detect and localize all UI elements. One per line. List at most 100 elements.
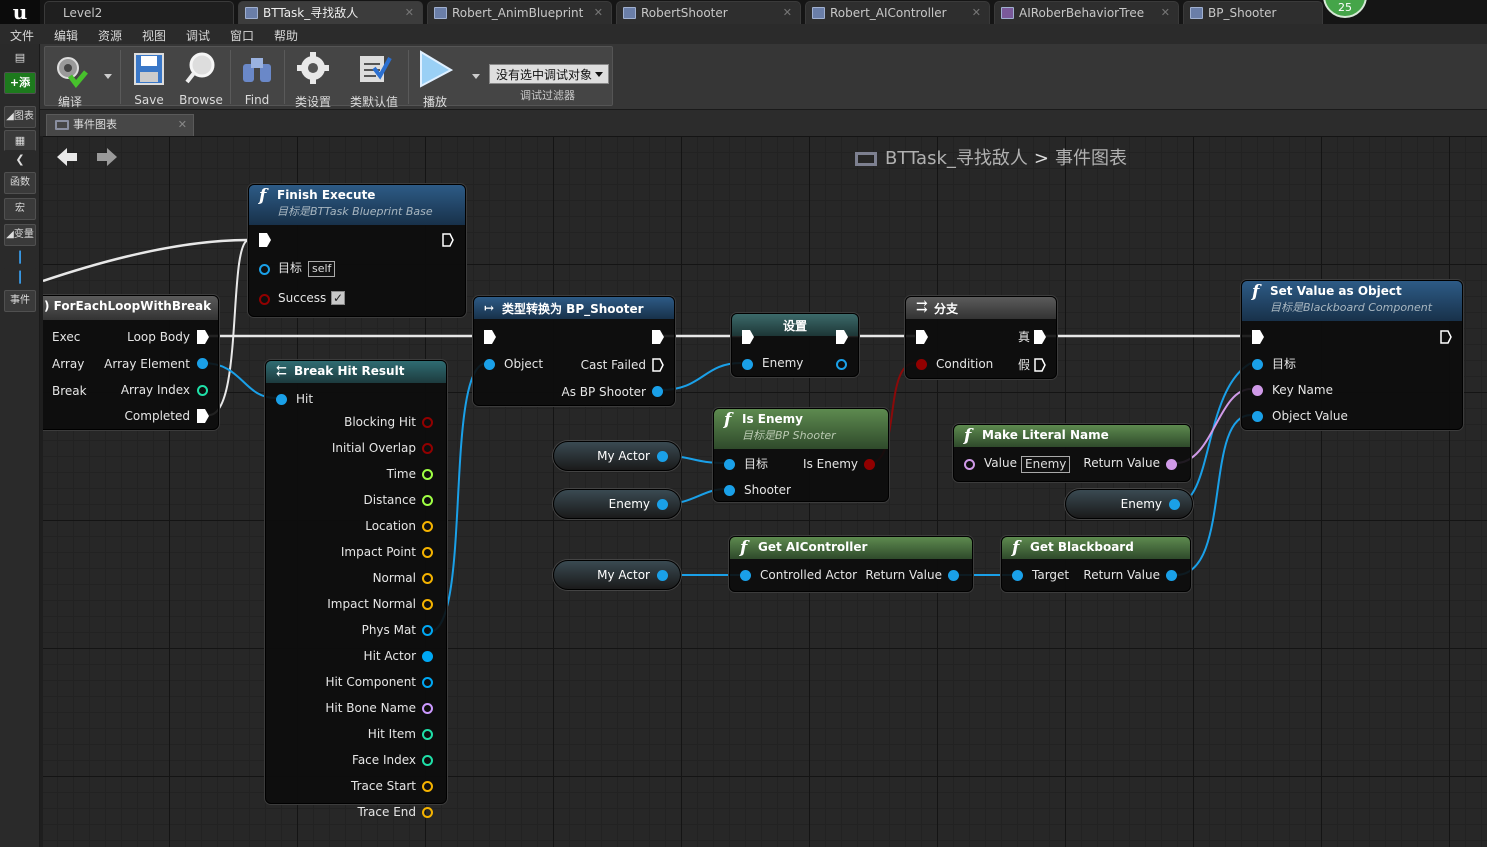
- chevron-left-icon[interactable]: ❮: [4, 150, 36, 172]
- close-icon[interactable]: ✕: [972, 2, 981, 24]
- output-pin[interactable]: [422, 469, 433, 480]
- cast-failed-pin[interactable]: [652, 358, 664, 372]
- array-index-pin[interactable]: [197, 385, 208, 396]
- menu-edit[interactable]: 编辑: [54, 27, 78, 44]
- as-bp-shooter-pin[interactable]: [652, 386, 663, 397]
- menu-debug[interactable]: 调试: [186, 27, 210, 44]
- return-value-pin[interactable]: [948, 570, 959, 581]
- node-foreach-loop[interactable]: ) ForEachLoopWithBreak Exec Array Break …: [43, 295, 219, 430]
- node-cast-to-bp-shooter[interactable]: ↦ 类型转换为 BP_Shooter Object Cast Failed As …: [473, 296, 675, 406]
- target-pin[interactable]: [1252, 359, 1263, 370]
- chevron-down-icon[interactable]: [472, 74, 480, 79]
- node-finish-execute[interactable]: f Finish Execute 目标是BTTask Blueprint Base …: [248, 184, 466, 317]
- exec-out-pin[interactable]: [442, 233, 454, 247]
- exec-out-pin[interactable]: [836, 330, 848, 344]
- output-pin[interactable]: [422, 573, 433, 584]
- unreal-logo-icon[interactable]: u: [0, 0, 40, 24]
- output-pin[interactable]: [422, 599, 433, 610]
- breadcrumb-asset[interactable]: BTTask_寻找敌人: [885, 148, 1028, 169]
- exec-in-pin[interactable]: [1252, 330, 1264, 344]
- object-value-pin[interactable]: [1252, 411, 1263, 422]
- controlled-actor-pin[interactable]: [740, 570, 751, 581]
- key-name-pin[interactable]: [1252, 385, 1263, 396]
- section-event-dispatchers[interactable]: 事件: [4, 290, 36, 312]
- return-value-pin[interactable]: [1166, 459, 1177, 470]
- output-pin[interactable]: [422, 521, 433, 532]
- close-icon[interactable]: ✕: [783, 2, 792, 24]
- shooter-pin[interactable]: [724, 485, 735, 496]
- tab-behavior-tree[interactable]: AIRoberBehaviorTree ✕: [994, 1, 1179, 24]
- close-icon[interactable]: ✕: [594, 2, 603, 24]
- menu-window[interactable]: 窗口: [230, 27, 254, 44]
- completed-pin[interactable]: [197, 409, 209, 423]
- is-enemy-pin[interactable]: [864, 459, 875, 470]
- class-settings-button[interactable]: 类设置: [290, 48, 336, 109]
- tab-bttask[interactable]: BTTask_寻找敌人 ✕: [238, 1, 423, 24]
- compile-button[interactable]: 编译: [48, 48, 92, 109]
- notification-badge[interactable]: 25: [1323, 0, 1367, 18]
- hit-pin[interactable]: [276, 394, 287, 405]
- exec-in-pin[interactable]: [484, 330, 496, 344]
- section-functions[interactable]: 函数: [4, 172, 36, 194]
- get-enemy-node[interactable]: Enemy: [553, 489, 681, 519]
- enemy-out-pin[interactable]: [836, 359, 847, 370]
- output-pin[interactable]: [422, 703, 433, 714]
- variable-icon[interactable]: ┃: [4, 248, 36, 270]
- success-pin[interactable]: [259, 294, 270, 305]
- output-pin[interactable]: [422, 625, 433, 636]
- output-pin[interactable]: [422, 781, 433, 792]
- output-pin[interactable]: [422, 417, 433, 428]
- node-is-enemy[interactable]: f Is Enemy 目标是BP Shooter 目标 Shooter Is Ene…: [713, 408, 889, 502]
- node-break-hit-result[interactable]: ⇇ Break Hit Result Hit Blocking Hit Initia…: [265, 360, 447, 819]
- tab-bp-shooter[interactable]: BP_Shooter: [1183, 1, 1323, 24]
- event-graph-canvas[interactable]: BTTask_寻找敌人 > 事件图表 f Finish Execute 目标是BTTas…: [40, 136, 1487, 847]
- enemy-pin[interactable]: [1169, 499, 1180, 510]
- object-pin[interactable]: [484, 359, 495, 370]
- self-value-box[interactable]: self: [308, 261, 336, 277]
- play-button[interactable]: 播放: [414, 48, 456, 109]
- menu-asset[interactable]: 资源: [98, 27, 122, 44]
- graph-icon[interactable]: ▦: [4, 130, 36, 152]
- save-button[interactable]: Save: [128, 48, 170, 107]
- success-checkbox[interactable]: ✓: [331, 291, 345, 305]
- add-new-button[interactable]: +添: [4, 72, 36, 94]
- array-element-pin[interactable]: [197, 358, 208, 369]
- value-input[interactable]: Enemy: [1021, 456, 1071, 473]
- output-pin[interactable]: [422, 651, 433, 662]
- variable-icon[interactable]: ┃: [4, 268, 36, 290]
- my-actor-pin[interactable]: [657, 451, 668, 462]
- debug-object-select[interactable]: 没有选中调试对象: [489, 64, 609, 84]
- breadcrumb-graph[interactable]: 事件图表: [1055, 148, 1127, 169]
- tab-anim-blueprint[interactable]: Robert_AnimBlueprint ✕: [427, 1, 612, 24]
- close-icon[interactable]: ✕: [1161, 2, 1170, 24]
- tab-level2[interactable]: Level2: [44, 1, 234, 24]
- tab-event-graph[interactable]: 事件图表 ✕: [46, 114, 194, 136]
- get-my-actor-node[interactable]: My Actor: [553, 560, 681, 590]
- section-macros[interactable]: 宏: [4, 198, 36, 220]
- section-variables[interactable]: ◢变量: [4, 224, 36, 246]
- exec-in-pin[interactable]: [742, 330, 754, 344]
- target-pin[interactable]: [724, 459, 735, 470]
- exec-out-pin[interactable]: [652, 330, 664, 344]
- output-pin[interactable]: [422, 807, 433, 818]
- panel-icon[interactable]: ▤: [4, 48, 36, 66]
- target-pin[interactable]: [259, 264, 270, 275]
- menu-view[interactable]: 视图: [142, 27, 166, 44]
- close-icon[interactable]: ✕: [178, 115, 187, 135]
- close-icon[interactable]: ✕: [405, 2, 414, 24]
- menu-help[interactable]: 帮助: [274, 27, 298, 44]
- section-graphs[interactable]: ◢图表: [4, 106, 36, 128]
- output-pin[interactable]: [422, 443, 433, 454]
- node-set-enemy[interactable]: 设置 Enemy: [731, 313, 859, 377]
- output-pin[interactable]: [422, 677, 433, 688]
- exec-in-pin[interactable]: [259, 233, 271, 247]
- node-make-literal-name[interactable]: f Make Literal Name Value Enemy Return Va…: [953, 424, 1191, 482]
- true-exec-pin[interactable]: [1034, 330, 1046, 344]
- output-pin[interactable]: [422, 755, 433, 766]
- node-get-blackboard[interactable]: f Get Blackboard Target Return Value: [1001, 536, 1191, 592]
- back-arrow-icon[interactable]: [57, 148, 77, 166]
- output-pin[interactable]: [422, 495, 433, 506]
- enemy-pin[interactable]: [657, 499, 668, 510]
- output-pin[interactable]: [422, 729, 433, 740]
- return-value-pin[interactable]: [1166, 570, 1177, 581]
